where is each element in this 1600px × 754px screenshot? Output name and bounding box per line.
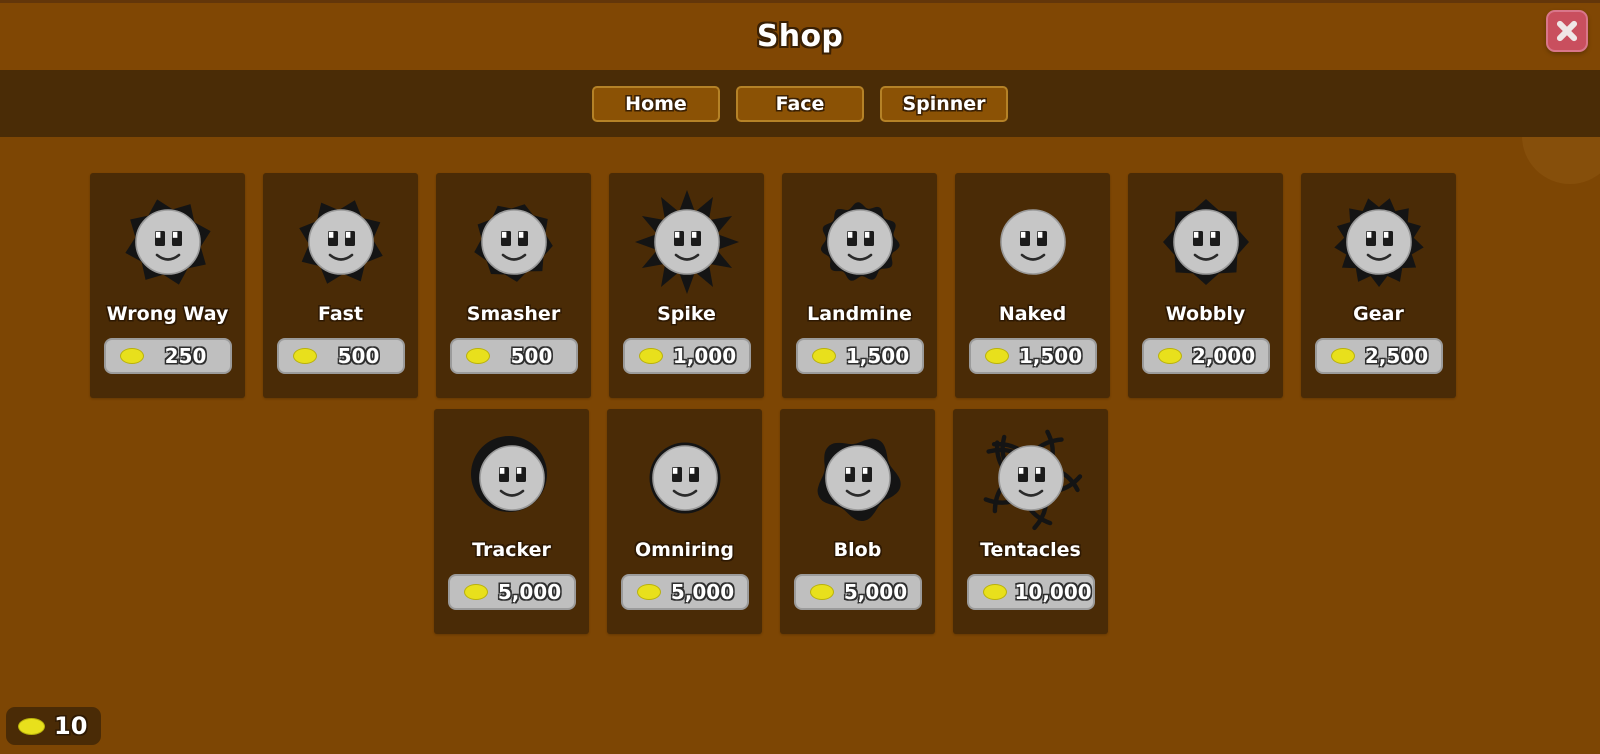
item-avatar-gear bbox=[1324, 187, 1434, 297]
item-price-button[interactable]: 500 bbox=[449, 338, 578, 374]
item-avatar-omniring bbox=[630, 423, 740, 533]
item-name: Tracker bbox=[472, 539, 551, 561]
shop-item-card[interactable]: Smasher 500 bbox=[436, 173, 591, 398]
item-price-text: 250 bbox=[164, 344, 207, 368]
item-price-text: 5,000 bbox=[497, 580, 562, 604]
shop-item-card[interactable]: Wrong Way 250 bbox=[90, 173, 245, 398]
item-name: Landmine bbox=[807, 303, 912, 325]
item-avatar-naked bbox=[978, 187, 1088, 297]
item-price-button[interactable]: 250 bbox=[103, 338, 232, 374]
shop-item-card[interactable]: Gear 2,500 bbox=[1301, 173, 1456, 398]
item-name: Wobbly bbox=[1165, 303, 1246, 325]
item-price-text: 1,500 bbox=[845, 344, 910, 368]
shop-item-card[interactable]: Tentacles 10,000 bbox=[953, 409, 1108, 634]
shop-item-card[interactable]: Spike 1,000 bbox=[609, 173, 764, 398]
item-price-text: 1,000 bbox=[672, 344, 737, 368]
item-avatar-tracker bbox=[457, 423, 567, 533]
coin-icon bbox=[465, 348, 490, 364]
item-name: Naked bbox=[998, 303, 1067, 325]
item-price-text: 2,000 bbox=[1191, 344, 1256, 368]
shop-header: Shop bbox=[0, 0, 1600, 70]
item-row-1: Wrong Way 250 Fast 500 Smasher 500 Spike… bbox=[90, 173, 1456, 398]
item-avatar-landmine bbox=[805, 187, 915, 297]
shop-nav-bar: Home Face Spinner bbox=[0, 70, 1600, 137]
item-name: Omniring bbox=[635, 539, 734, 561]
coin-icon bbox=[463, 584, 488, 600]
item-price-button[interactable]: 1,000 bbox=[622, 338, 751, 374]
close-button[interactable] bbox=[1546, 10, 1588, 52]
shop-item-card[interactable]: Blob 5,000 bbox=[780, 409, 935, 634]
tab-home[interactable]: Home bbox=[592, 85, 720, 122]
coin-icon bbox=[982, 584, 1007, 600]
item-name: Gear bbox=[1353, 303, 1404, 325]
item-price-button[interactable]: 1,500 bbox=[795, 338, 924, 374]
shop-item-card[interactable]: Omniring 5,000 bbox=[607, 409, 762, 634]
shop-screen: Shop Home Face Spinner Wrong Way 250 Fas… bbox=[0, 0, 1600, 754]
tab-spinner[interactable]: Spinner bbox=[880, 85, 1008, 122]
item-price-button[interactable]: 5,000 bbox=[620, 574, 749, 610]
item-price-button[interactable]: 10,000 bbox=[966, 574, 1095, 610]
shop-item-card[interactable]: Wobbly 2,000 bbox=[1128, 173, 1283, 398]
item-price-button[interactable]: 2,500 bbox=[1314, 338, 1443, 374]
item-price-text: 2,500 bbox=[1364, 344, 1429, 368]
item-price-button[interactable]: 500 bbox=[276, 338, 405, 374]
item-name: Wrong Way bbox=[106, 303, 229, 325]
item-price-button[interactable]: 1,500 bbox=[968, 338, 1097, 374]
item-name: Tentacles bbox=[980, 539, 1081, 561]
tab-face[interactable]: Face bbox=[736, 85, 864, 122]
coin-icon bbox=[119, 348, 144, 364]
coin-icon bbox=[638, 348, 663, 364]
coin-icon bbox=[984, 348, 1009, 364]
coin-icon bbox=[292, 348, 317, 364]
tab-label: Spinner bbox=[902, 92, 986, 115]
shop-item-grid: Wrong Way 250 Fast 500 Smasher 500 Spike… bbox=[0, 137, 1600, 754]
coin-icon bbox=[18, 717, 45, 735]
coin-balance: 10 bbox=[6, 707, 102, 745]
shop-item-card[interactable]: Fast 500 bbox=[263, 173, 418, 398]
item-avatar-blob bbox=[803, 423, 913, 533]
coin-icon bbox=[1157, 348, 1182, 364]
item-price-button[interactable]: 5,000 bbox=[447, 574, 576, 610]
item-name: Smasher bbox=[466, 303, 561, 325]
item-name: Blob bbox=[833, 539, 882, 561]
item-avatar-tentacles bbox=[976, 423, 1086, 533]
item-price-text: 500 bbox=[337, 344, 380, 368]
coin-balance-amount: 10 bbox=[54, 712, 88, 740]
coin-icon bbox=[811, 348, 836, 364]
shop-item-card[interactable]: Naked 1,500 bbox=[955, 173, 1110, 398]
item-avatar-wrong-way bbox=[113, 187, 223, 297]
item-price-text: 10,000 bbox=[1014, 580, 1092, 604]
item-avatar-fast bbox=[286, 187, 396, 297]
item-price-text: 5,000 bbox=[843, 580, 908, 604]
coin-icon bbox=[809, 584, 834, 600]
item-price-button[interactable]: 5,000 bbox=[793, 574, 922, 610]
item-price-text: 500 bbox=[510, 344, 553, 368]
coin-icon bbox=[636, 584, 661, 600]
item-price-text: 5,000 bbox=[670, 580, 735, 604]
shop-item-card[interactable]: Tracker 5,000 bbox=[434, 409, 589, 634]
coin-icon bbox=[1330, 348, 1355, 364]
tab-label: Face bbox=[775, 92, 825, 115]
item-price-text: 1,500 bbox=[1018, 344, 1083, 368]
item-price-button[interactable]: 2,000 bbox=[1141, 338, 1270, 374]
item-avatar-smasher bbox=[459, 187, 569, 297]
item-avatar-wobbly bbox=[1151, 187, 1261, 297]
tab-label: Home bbox=[625, 92, 687, 115]
page-title: Shop bbox=[756, 19, 844, 54]
item-row-2: Tracker 5,000 Omniring 5,000 Blob 5,000 bbox=[434, 409, 1108, 634]
item-name: Spike bbox=[657, 303, 716, 325]
item-avatar-spike bbox=[632, 187, 742, 297]
shop-item-card[interactable]: Landmine 1,500 bbox=[782, 173, 937, 398]
item-name: Fast bbox=[317, 303, 364, 325]
